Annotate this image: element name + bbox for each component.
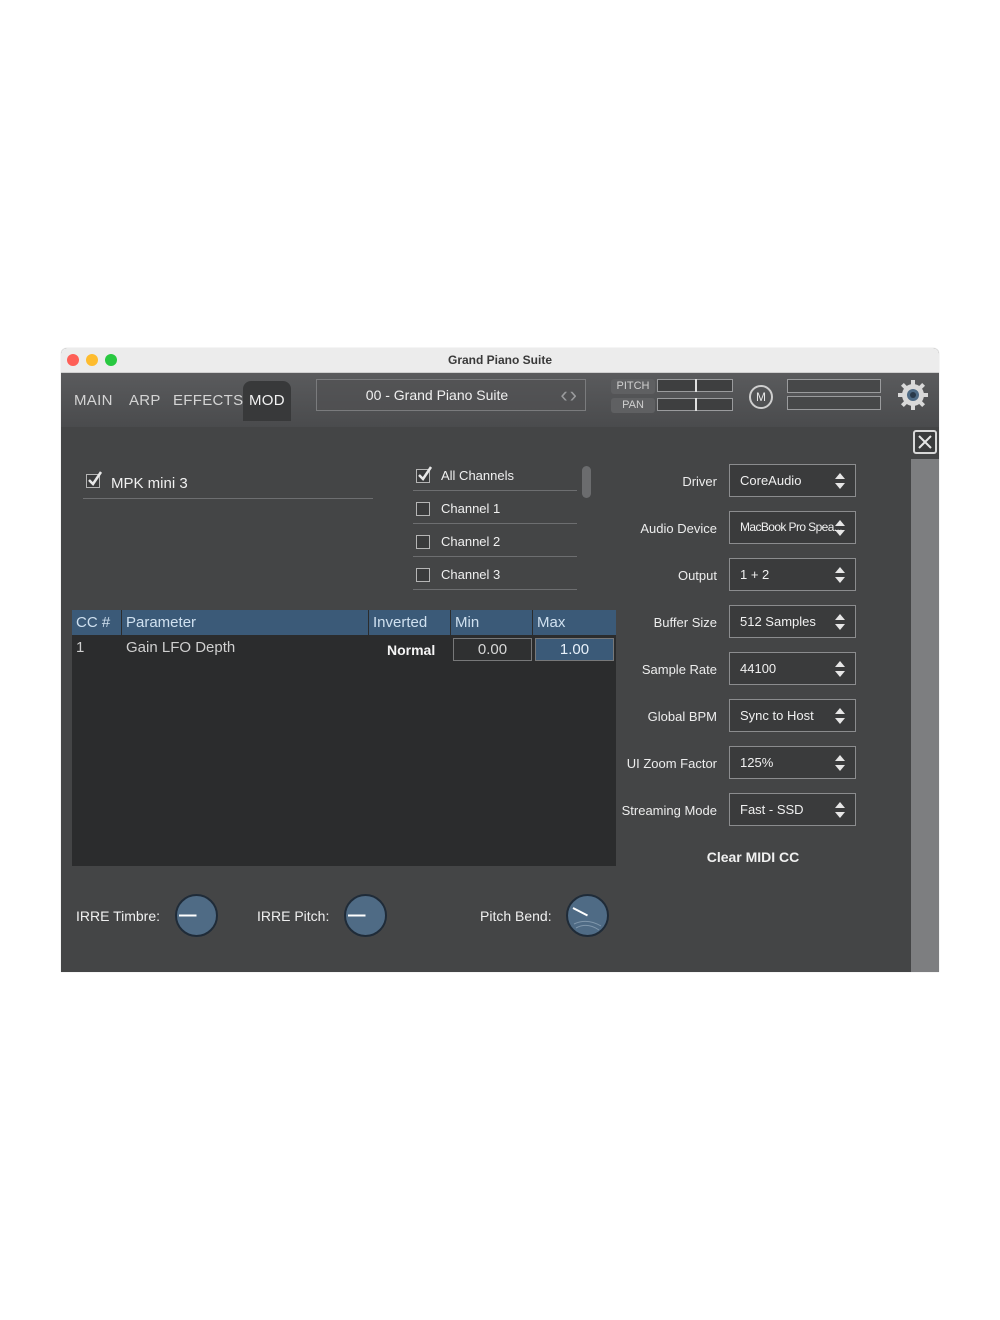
midi-device-row[interactable]: MPK mini 3 bbox=[83, 465, 373, 499]
driver-label: Driver bbox=[682, 474, 717, 489]
output-select[interactable]: 1 + 2 bbox=[729, 558, 856, 591]
irre-timbre-knob[interactable] bbox=[175, 894, 218, 937]
knob-indicator-icon bbox=[179, 914, 197, 917]
header-cc[interactable]: CC # bbox=[72, 610, 122, 635]
device-checkbox[interactable] bbox=[86, 471, 103, 488]
channel-3-checkbox[interactable] bbox=[416, 568, 430, 582]
knob-indicator-icon bbox=[348, 914, 366, 917]
ui-zoom-factor-label: UI Zoom Factor bbox=[626, 756, 717, 771]
pitch-slider[interactable] bbox=[657, 379, 733, 392]
buffer-size-value: 512 Samples bbox=[740, 614, 816, 629]
driver-select[interactable]: CoreAudio bbox=[729, 464, 856, 497]
sample-rate-select[interactable]: 44100 bbox=[729, 652, 856, 685]
channel-list-scrollbar[interactable] bbox=[582, 466, 591, 498]
parameter-name: Gain LFO Depth bbox=[126, 639, 236, 656]
close-panel-button[interactable] bbox=[913, 430, 937, 454]
max-value-field[interactable]: 1.00 bbox=[535, 638, 614, 661]
output-meter-left bbox=[787, 379, 881, 393]
channel-row-1[interactable]: Channel 1 bbox=[413, 494, 577, 524]
streaming-mode-value: Fast - SSD bbox=[740, 802, 804, 817]
tab-arp[interactable]: ARP bbox=[123, 381, 167, 421]
up-down-arrows-icon bbox=[835, 802, 845, 818]
channel-2-checkbox[interactable] bbox=[416, 535, 430, 549]
streaming-mode-select[interactable]: Fast - SSD bbox=[729, 793, 856, 826]
sample-rate-value: 44100 bbox=[740, 661, 777, 676]
close-icon bbox=[918, 435, 932, 449]
plugin-header: MAIN ARP EFFECTS MOD 00 - Grand Piano Su… bbox=[61, 373, 939, 427]
buffer-size-label: Buffer Size bbox=[653, 615, 717, 630]
pan-slider[interactable] bbox=[657, 398, 733, 411]
plugin-window: Grand Piano Suite MAIN ARP EFFECTS MOD 0… bbox=[61, 348, 939, 972]
clear-midi-cc-button[interactable]: Clear MIDI CC bbox=[701, 849, 805, 865]
global-bpm-value: Sync to Host bbox=[740, 708, 814, 723]
channel-all-checkbox[interactable] bbox=[416, 466, 433, 483]
cc-number: 1 bbox=[76, 639, 85, 656]
up-down-arrows-icon bbox=[835, 473, 845, 489]
pitch-bend-knob[interactable] bbox=[566, 894, 609, 937]
header-min[interactable]: Min bbox=[451, 610, 533, 635]
channel-label: Channel 2 bbox=[441, 534, 501, 549]
window-title: Grand Piano Suite bbox=[447, 353, 552, 367]
output-value: 1 + 2 bbox=[740, 567, 770, 582]
channel-label: Channel 3 bbox=[441, 567, 501, 582]
up-down-arrows-icon bbox=[835, 567, 845, 583]
channel-row-2[interactable]: Channel 2 bbox=[413, 527, 577, 557]
table-header: CC # Parameter Inverted Min Max bbox=[72, 610, 616, 635]
side-scroll-strip[interactable] bbox=[911, 459, 939, 972]
channel-1-checkbox[interactable] bbox=[416, 502, 430, 516]
device-name: MPK mini 3 bbox=[111, 475, 188, 492]
tab-main[interactable]: MAIN bbox=[68, 381, 119, 421]
global-bpm-select[interactable]: Sync to Host bbox=[729, 699, 856, 732]
midi-learn-button[interactable]: M bbox=[749, 385, 773, 409]
header-parameter[interactable]: Parameter bbox=[122, 610, 369, 635]
up-down-arrows-icon bbox=[835, 614, 845, 630]
audio-device-label: Audio Device bbox=[640, 521, 717, 536]
tab-mod[interactable]: MOD bbox=[243, 381, 291, 421]
title-bar: Grand Piano Suite bbox=[61, 348, 939, 373]
header-max[interactable]: Max bbox=[533, 610, 616, 635]
min-value-field[interactable]: 0.00 bbox=[453, 638, 532, 661]
preset-prev-next-icon[interactable]: ‹› bbox=[560, 382, 579, 408]
ui-zoom-factor-select[interactable]: 125% bbox=[729, 746, 856, 779]
preset-name: 00 - Grand Piano Suite bbox=[365, 387, 509, 403]
checkmark-icon bbox=[88, 471, 103, 486]
buffer-size-select[interactable]: 512 Samples bbox=[729, 605, 856, 638]
irre-pitch-label: IRRE Pitch: bbox=[257, 908, 330, 924]
settings-gear-icon[interactable] bbox=[897, 379, 929, 411]
knob-indicator-icon bbox=[572, 907, 602, 931]
pitch-label: PITCH bbox=[611, 379, 655, 394]
output-label: Output bbox=[677, 568, 717, 583]
up-down-arrows-icon bbox=[835, 661, 845, 677]
tab-effects[interactable]: EFFECTS bbox=[167, 381, 249, 421]
ui-zoom-factor-value: 125% bbox=[740, 755, 774, 770]
up-down-arrows-icon bbox=[835, 708, 845, 724]
irre-pitch-knob[interactable] bbox=[344, 894, 387, 937]
up-down-arrows-icon bbox=[835, 755, 845, 771]
up-down-arrows-icon bbox=[835, 520, 845, 536]
channel-label: All Channels bbox=[441, 468, 514, 483]
checkmark-icon bbox=[418, 466, 433, 481]
sample-rate-label: Sample Rate bbox=[641, 662, 717, 677]
preset-selector[interactable]: 00 - Grand Piano Suite ‹› bbox=[316, 379, 586, 411]
header-inverted[interactable]: Inverted bbox=[369, 610, 451, 635]
streaming-mode-label: Streaming Mode bbox=[621, 803, 717, 818]
irre-timbre-label: IRRE Timbre: bbox=[76, 908, 161, 924]
channel-row-3[interactable]: Channel 3 bbox=[413, 560, 577, 590]
inverted-toggle[interactable]: Normal bbox=[387, 642, 435, 658]
pan-label: PAN bbox=[611, 398, 655, 413]
channel-label: Channel 1 bbox=[441, 501, 501, 516]
cc-mapping-table: CC # Parameter Inverted Min Max 1 Gain L… bbox=[72, 610, 616, 866]
channel-row-all[interactable]: All Channels bbox=[413, 461, 577, 491]
global-bpm-label: Global BPM bbox=[647, 709, 717, 724]
audio-device-select[interactable]: MacBook Pro Spea... bbox=[729, 511, 856, 544]
pitch-bend-label: Pitch Bend: bbox=[480, 908, 552, 924]
output-meter-right bbox=[787, 396, 881, 410]
audio-device-value: MacBook Pro Spea... bbox=[740, 520, 843, 534]
driver-value: CoreAudio bbox=[740, 473, 802, 488]
